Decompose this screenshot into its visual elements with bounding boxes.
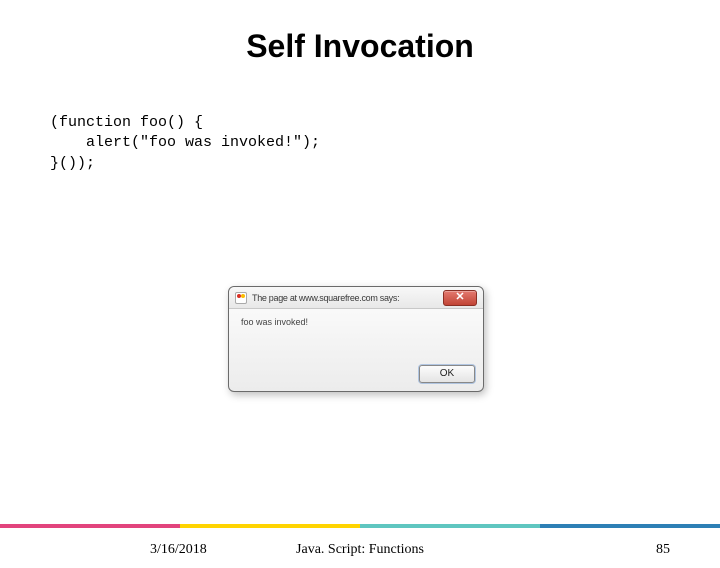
close-button[interactable]: ✕ — [443, 290, 477, 306]
dialog-title-text: The page at www.squarefree.com says: — [252, 293, 443, 303]
alert-dialog: The page at www.squarefree.com says: ✕ f… — [228, 286, 484, 392]
footer-page-number: 85 — [656, 542, 670, 558]
code-snippet: (function foo() { alert("foo was invoked… — [50, 113, 720, 174]
dialog-message: foo was invoked! — [229, 309, 483, 365]
slide-title: Self Invocation — [0, 28, 720, 65]
footer-date: 3/16/2018 — [150, 542, 207, 558]
slide-footer: 3/16/2018 Java. Script: Functions 85 — [0, 532, 720, 568]
chrome-icon — [235, 292, 247, 304]
dialog-footer: OK — [229, 365, 483, 389]
footer-topic: Java. Script: Functions — [0, 542, 720, 558]
dialog-titlebar: The page at www.squarefree.com says: ✕ — [229, 287, 483, 309]
ok-button[interactable]: OK — [419, 365, 475, 383]
divider-bar — [0, 524, 720, 528]
